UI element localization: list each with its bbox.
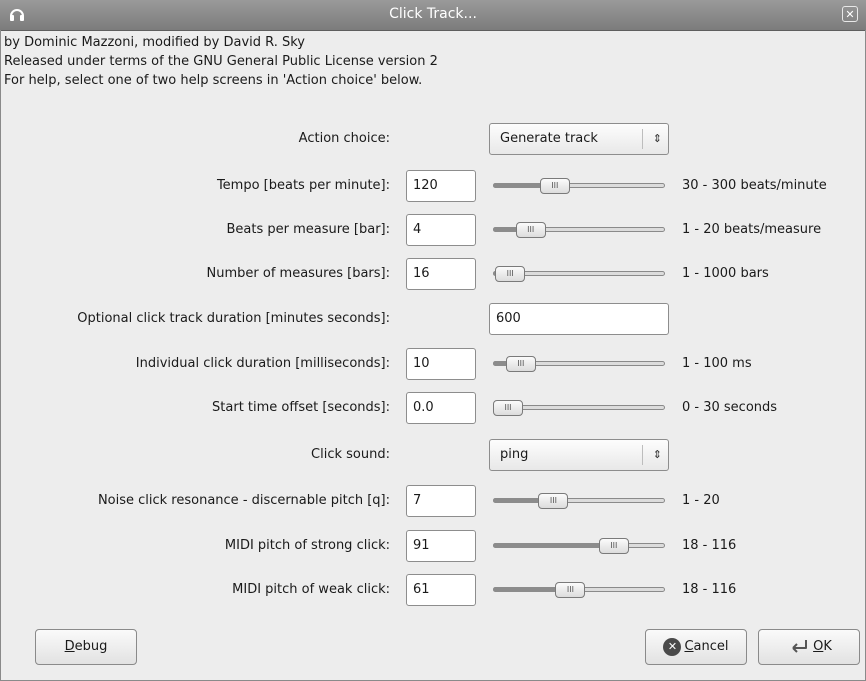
debug-mnemonic: D	[64, 639, 75, 654]
tempo-label: Tempo [beats per minute]:	[216, 178, 390, 193]
slider-thumb[interactable]: III	[493, 400, 523, 416]
beats-input[interactable]: 4	[406, 214, 476, 246]
title-bar: Click Track... ✕	[0, 0, 866, 31]
duration-input[interactable]: 600	[489, 303, 669, 335]
slider-thumb[interactable]: III	[538, 493, 569, 509]
strong-pitch-slider[interactable]: III	[493, 538, 665, 554]
close-icon: ✕	[845, 8, 855, 21]
click-duration-row: Individual click duration [milliseconds]…	[0, 348, 866, 380]
click-sound-select[interactable]: ping ⇕	[489, 439, 669, 471]
measures-slider[interactable]: III	[493, 266, 665, 282]
debug-button[interactable]: Debug	[35, 629, 137, 665]
strong-pitch-input[interactable]: 91	[406, 530, 476, 562]
updown-arrow-icon: ⇕	[652, 132, 662, 145]
action-choice-value: Generate track	[500, 131, 598, 146]
license-line: Released under terms of the GNU General …	[4, 54, 438, 69]
offset-label: Start time offset [seconds]:	[212, 400, 390, 415]
strong-pitch-row: MIDI pitch of strong click: 91 III 18 - …	[0, 530, 866, 562]
ok-button[interactable]: OK	[758, 629, 860, 665]
slider-thumb[interactable]: III	[495, 266, 526, 282]
beats-label: Beats per measure [bar]:	[226, 222, 390, 237]
ok-arrow-icon	[792, 639, 808, 653]
cancel-button[interactable]: ✕ Cancel	[645, 629, 747, 665]
help-line: For help, select one of two help screens…	[4, 73, 423, 88]
measures-row: Number of measures [bars]: 16 III 1 - 10…	[0, 258, 866, 290]
weak-pitch-label: MIDI pitch of weak click:	[232, 582, 390, 597]
close-button[interactable]: ✕	[842, 6, 858, 22]
action-choice-row: Action choice: Generate track ⇕	[0, 123, 866, 155]
click-duration-label: Individual click duration [milliseconds]…	[135, 356, 390, 371]
tempo-range: 30 - 300 beats/minute	[682, 178, 827, 193]
debug-label: ebug	[74, 639, 108, 654]
click-duration-input[interactable]: 10	[406, 348, 476, 380]
slider-thumb[interactable]: III	[539, 178, 570, 194]
click-duration-range: 1 - 100 ms	[682, 356, 752, 371]
slider-thumb[interactable]: III	[555, 582, 586, 598]
beats-row: Beats per measure [bar]: 4 III 1 - 20 be…	[0, 214, 866, 246]
weak-pitch-input[interactable]: 61	[406, 574, 476, 606]
author-line: by Dominic Mazzoni, modified by David R.…	[4, 35, 305, 50]
strong-pitch-range: 18 - 116	[682, 538, 737, 553]
window-title: Click Track...	[389, 6, 477, 22]
cancel-icon: ✕	[663, 637, 682, 656]
ok-label: K	[823, 639, 832, 654]
offset-row: Start time offset [seconds]: 0.0 III 0 -…	[0, 392, 866, 424]
measures-range: 1 - 1000 bars	[682, 266, 769, 281]
action-choice-select[interactable]: Generate track ⇕	[489, 123, 669, 155]
beats-slider[interactable]: III	[493, 222, 665, 238]
duration-label: Optional click track duration [minutes s…	[77, 311, 390, 326]
slider-fill	[493, 543, 614, 548]
offset-range: 0 - 30 seconds	[682, 400, 778, 415]
weak-pitch-row: MIDI pitch of weak click: 61 III 18 - 11…	[0, 574, 866, 606]
tempo-row: Tempo [beats per minute]: 120 III 30 - 3…	[0, 170, 866, 202]
slider-thumb[interactable]: III	[515, 222, 546, 238]
beats-range: 1 - 20 beats/measure	[682, 222, 822, 237]
offset-slider[interactable]: III	[493, 400, 665, 416]
slider-thumb[interactable]: III	[598, 538, 629, 554]
resonance-row: Noise click resonance - discernable pitc…	[0, 485, 866, 517]
click-sound-row: Click sound: ping ⇕	[0, 439, 866, 471]
click-duration-slider[interactable]: III	[493, 356, 665, 372]
ok-mnemonic: O	[813, 639, 824, 654]
measures-input[interactable]: 16	[406, 258, 476, 290]
combo-separator	[642, 129, 643, 149]
tempo-slider[interactable]: III	[493, 178, 665, 194]
resonance-label: Noise click resonance - discernable pitc…	[97, 493, 390, 508]
weak-pitch-slider[interactable]: III	[493, 582, 665, 598]
duration-row: Optional click track duration [minutes s…	[0, 303, 866, 335]
tempo-input[interactable]: 120	[406, 170, 476, 202]
resonance-slider[interactable]: III	[493, 493, 665, 509]
click-sound-label: Click sound:	[311, 447, 390, 462]
strong-pitch-label: MIDI pitch of strong click:	[224, 538, 390, 553]
action-choice-label: Action choice:	[298, 131, 390, 146]
weak-pitch-range: 18 - 116	[682, 582, 737, 597]
click-sound-value: ping	[500, 447, 529, 462]
cancel-label: ancel	[693, 639, 729, 654]
combo-separator	[642, 445, 643, 465]
slider-thumb[interactable]: III	[505, 356, 536, 372]
measures-label: Number of measures [bars]:	[206, 266, 390, 281]
plugin-description: by Dominic Mazzoni, modified by David R.…	[4, 33, 438, 90]
offset-input[interactable]: 0.0	[406, 392, 476, 424]
cancel-mnemonic: C	[684, 639, 694, 654]
resonance-input[interactable]: 7	[406, 485, 476, 517]
updown-arrow-icon: ⇕	[652, 448, 662, 461]
resonance-range: 1 - 20	[682, 493, 720, 508]
